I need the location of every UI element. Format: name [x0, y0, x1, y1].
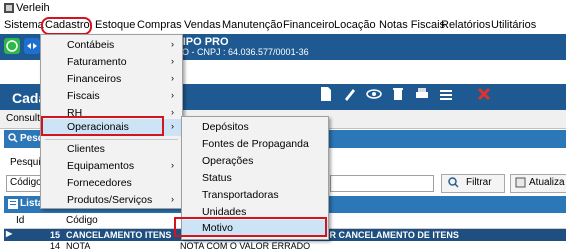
menu-item-contabeis[interactable]: Contábeis › [41, 37, 182, 54]
menu-compras[interactable]: Compras [137, 19, 182, 31]
menu-item-fontes-propaganda[interactable]: Fontes de Propaganda [182, 136, 328, 153]
search-field-value: Código [10, 177, 42, 188]
column-id[interactable]: Id [16, 215, 24, 226]
operacionais-highlight [41, 116, 164, 136]
menu-item-transportadoras[interactable]: Transportadoras [182, 187, 328, 204]
close-icon[interactable] [476, 86, 492, 102]
menu-item-clientes[interactable]: Clientes [41, 141, 182, 158]
teamviewer-icon[interactable] [24, 38, 40, 54]
cadastro-highlight [41, 17, 92, 35]
menu-item-fornecedores[interactable]: Fornecedores [41, 175, 182, 192]
menu-item-equipamentos[interactable]: Equipamentos › [41, 158, 182, 175]
chevron-right-icon: › [171, 39, 174, 49]
menu-financeiro[interactable]: Financeiro [283, 19, 334, 31]
menu-item-financeiros[interactable]: Financeiros › [41, 71, 182, 88]
chevron-right-icon: › [171, 90, 174, 100]
row-code: NOTA [66, 241, 91, 251]
row-desc: NOTA COM O VALOR ERRADO [180, 241, 311, 251]
chevron-right-icon: › [171, 194, 174, 204]
menu-relatorios[interactable]: Relatórios [441, 19, 491, 31]
row-code: CANCELAMENTO ITENS [66, 230, 172, 240]
menu-item-faturamento[interactable]: Faturamento › [41, 54, 182, 71]
menu-item-depositos[interactable]: Depósitos [182, 119, 328, 136]
refresh-button-label: Atualiza [529, 177, 565, 188]
window-title: Verleih [16, 2, 50, 14]
search-icon [448, 177, 459, 191]
search-panel-icon [8, 133, 18, 146]
filter-button-label: Filtrar [466, 177, 492, 188]
filter-button[interactable]: Filtrar [441, 174, 505, 193]
menu-item-status[interactable]: Status [182, 170, 328, 187]
menu-notas-fiscais[interactable]: Notas Fiscais [379, 19, 445, 31]
row-id: 14 [50, 241, 61, 251]
view-icon[interactable] [366, 86, 382, 102]
menu-item-fiscais[interactable]: Fiscais › [41, 88, 182, 105]
new-icon[interactable] [318, 86, 334, 102]
chevron-right-icon: › [171, 160, 174, 170]
refresh-icon [515, 177, 526, 191]
menu-item-operacoes[interactable]: Operações [182, 153, 328, 170]
delete-icon[interactable] [390, 86, 406, 102]
company-cnpj: PO - CNPJ : 64.036.577/0001-36 [176, 47, 309, 57]
table-row[interactable]: 14 NOTA NOTA COM O VALOR ERRADO [4, 241, 566, 251]
column-codigo[interactable]: Código [66, 215, 98, 226]
menu-separator [45, 139, 178, 140]
chevron-right-icon: › [171, 107, 174, 117]
menu-item-produtos-servicos[interactable]: Produtos/Serviços › [41, 192, 182, 209]
refresh-button[interactable]: Atualiza [510, 174, 566, 193]
filter-input[interactable] [330, 175, 434, 192]
menu-sistema[interactable]: Sistema [4, 19, 44, 31]
chevron-right-icon: › [171, 121, 174, 131]
menu-utilitarios[interactable]: Utilitários [491, 19, 536, 31]
row-desc: ...R CANCELAMENTO DE ITENS [322, 230, 459, 240]
menu-icon[interactable] [438, 86, 454, 102]
list-panel-icon [8, 199, 18, 212]
row-id: 15 [50, 230, 61, 240]
menu-vendas[interactable]: Vendas [184, 19, 221, 31]
print-icon[interactable] [414, 86, 430, 102]
row-pointer-icon: ▶ [6, 229, 13, 238]
chevron-right-icon: › [171, 56, 174, 66]
menu-manutencao[interactable]: Manutenção [222, 19, 283, 31]
app-icon [4, 3, 14, 13]
motivo-highlight [174, 217, 327, 237]
menu-estoque[interactable]: Estoque [95, 19, 135, 31]
chevron-right-icon: › [171, 73, 174, 83]
whatsapp-icon[interactable] [4, 38, 20, 54]
menu-locacao[interactable]: Locação [334, 19, 376, 31]
edit-icon[interactable] [342, 86, 358, 102]
title-bar [0, 0, 566, 17]
